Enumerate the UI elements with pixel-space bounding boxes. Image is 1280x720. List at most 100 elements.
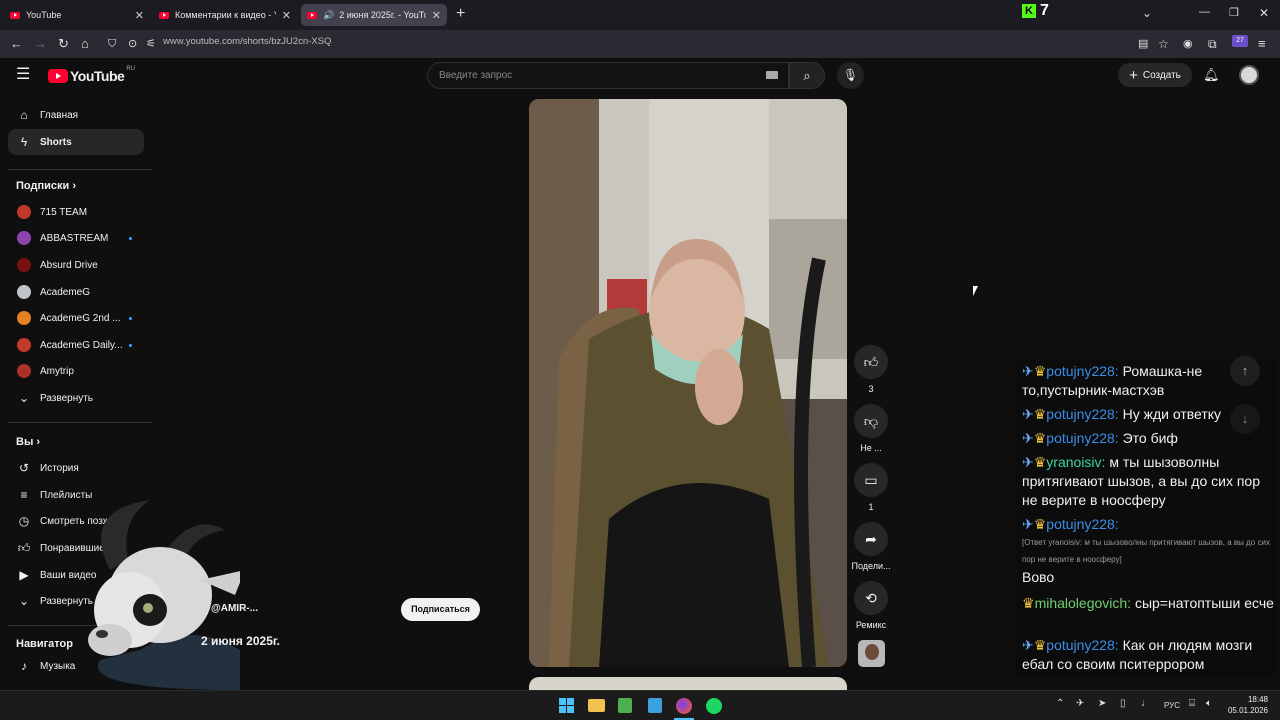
channel-avatar bbox=[17, 231, 31, 245]
comments-action[interactable]: ▭ 1 bbox=[850, 463, 892, 512]
tab-close-icon[interactable]: ✕ bbox=[135, 9, 144, 22]
like-action[interactable]: 👍︎ 3 bbox=[850, 345, 892, 394]
tray-chevron-up-icon[interactable]: ⌃ bbox=[1056, 698, 1064, 709]
remix-action[interactable]: ⟲ Ремикс bbox=[850, 581, 892, 630]
channel-avatar bbox=[17, 338, 31, 352]
shorts-icon: ϟ bbox=[20, 135, 28, 149]
you-heading[interactable]: Вы › bbox=[16, 436, 40, 448]
reader-view-icon[interactable]: ▤ bbox=[1138, 36, 1148, 52]
browser-tab-2[interactable]: Комментарии к видео - YouTube ✕ bbox=[153, 4, 297, 26]
short-video-player[interactable] bbox=[529, 99, 847, 667]
spotify-icon[interactable] bbox=[706, 698, 722, 714]
file-explorer-icon[interactable] bbox=[588, 699, 605, 712]
notes-app-icon[interactable] bbox=[618, 698, 632, 713]
chat-user: yranoisiv: bbox=[1046, 454, 1106, 470]
previous-short-arrow-icon[interactable]: ↑ bbox=[1230, 356, 1260, 386]
thumbs-down-icon[interactable]: 👎︎ bbox=[854, 404, 888, 438]
next-short-preview[interactable] bbox=[529, 677, 847, 690]
sidebar-sub-academeg-daily[interactable]: AcademeG Daily... bbox=[8, 332, 144, 358]
browser-tab-1[interactable]: YouTube ✕ bbox=[4, 4, 150, 26]
channel-name: ABBASTREAM bbox=[40, 232, 109, 244]
dislike-action[interactable]: 👎︎ Не ... bbox=[850, 404, 892, 453]
forward-icon[interactable]: → bbox=[34, 36, 47, 52]
back-icon[interactable]: ← bbox=[10, 36, 23, 52]
sidebar-expand-subscriptions[interactable]: ⌄ Развернуть bbox=[8, 385, 144, 411]
extensions-puzzle-icon[interactable]: ⧉ bbox=[1208, 36, 1217, 52]
sidebar-sub-academeg-2nd[interactable]: AcademeG 2nd ... bbox=[8, 305, 144, 331]
search-icon: ⌕ bbox=[803, 68, 811, 83]
maximize-icon[interactable]: ❐ bbox=[1229, 6, 1239, 19]
sidebar-item-history[interactable]: ↺ История bbox=[8, 455, 144, 481]
new-tab-icon[interactable]: + bbox=[456, 5, 465, 23]
home-browser-icon[interactable]: ⌂ bbox=[81, 36, 89, 52]
sound-thumbnail[interactable] bbox=[858, 640, 885, 667]
hamburger-menu-icon[interactable]: ☰ bbox=[16, 67, 30, 83]
comment-icon[interactable]: ▭ bbox=[854, 463, 888, 497]
subscribe-button[interactable]: Подписаться bbox=[401, 598, 480, 621]
lock-icon[interactable]: ⊙ bbox=[128, 36, 137, 52]
search-input[interactable]: Введите запрос bbox=[427, 62, 789, 89]
create-button[interactable]: + Создать bbox=[1118, 63, 1192, 87]
keyboard-icon[interactable] bbox=[766, 71, 778, 79]
crown-icon: ♛ bbox=[1033, 430, 1047, 446]
video-frame bbox=[529, 99, 847, 667]
usb-icon[interactable]: ▯ bbox=[1120, 698, 1126, 709]
share-action[interactable]: ➦ Подели... bbox=[850, 522, 892, 571]
new-content-dot bbox=[129, 317, 132, 320]
search-button[interactable]: ⌕ bbox=[789, 62, 825, 89]
url-bar[interactable]: www.youtube.com/shorts/bzJU2cn-XSQ bbox=[163, 36, 331, 47]
tab-close-icon[interactable]: ✕ bbox=[282, 9, 291, 22]
docs-app-icon[interactable] bbox=[648, 698, 662, 713]
bookmark-star-icon[interactable]: ☆ bbox=[1158, 36, 1169, 52]
microphone-icon: 🎙 bbox=[842, 68, 859, 82]
sidebar-sub-academeg[interactable]: AcademeG bbox=[8, 279, 144, 305]
voice-search-button[interactable]: 🎙 bbox=[837, 62, 864, 89]
channel-avatar bbox=[17, 258, 31, 272]
channel-name: Absurd Drive bbox=[40, 259, 98, 271]
logo-region: RU bbox=[126, 66, 135, 72]
start-button-icon[interactable] bbox=[559, 698, 574, 713]
thumbs-up-icon[interactable]: 👍︎ bbox=[854, 345, 888, 379]
sidebar-sub-abbastream[interactable]: ABBASTREAM bbox=[8, 225, 144, 251]
next-short-arrow-icon[interactable]: ↓ bbox=[1230, 404, 1260, 434]
sidebar-sub-absurd-drive[interactable]: Absurd Drive bbox=[8, 252, 144, 278]
shield-icon[interactable]: ⛉ bbox=[108, 36, 116, 52]
tray-app-icon[interactable]: ✈ bbox=[1076, 698, 1084, 709]
youtube-favicon-icon bbox=[159, 11, 169, 19]
extension-circle-icon[interactable]: ◉ bbox=[1183, 36, 1193, 52]
volume-icon[interactable]: 🔈︎ bbox=[1206, 698, 1212, 709]
channel-handle[interactable]: @AMIR-... bbox=[211, 603, 258, 614]
youtube-logo[interactable]: YouTube RU bbox=[48, 66, 135, 84]
speaker-icon[interactable]: 🔊 bbox=[323, 10, 334, 21]
list-tabs-icon[interactable]: ⌄ bbox=[1142, 6, 1152, 20]
crown-icon: ♛ bbox=[1033, 454, 1047, 470]
extension-badge[interactable]: 27 bbox=[1232, 35, 1248, 47]
telegram-icon[interactable]: ➤ bbox=[1098, 698, 1106, 709]
reload-icon[interactable]: ↻ bbox=[58, 36, 69, 52]
microphone-tray-icon[interactable]: ♩ bbox=[1141, 698, 1151, 709]
share-arrow-icon[interactable]: ➦ bbox=[854, 522, 888, 556]
notifications-bell-icon[interactable]: 🔔︎ bbox=[1203, 67, 1220, 83]
remix-icon[interactable]: ⟲ bbox=[854, 581, 888, 615]
expand-label: Развернуть bbox=[40, 392, 94, 404]
channel-name: Amytrip bbox=[40, 365, 74, 377]
window-close-icon[interactable]: ✕ bbox=[1259, 6, 1269, 20]
like-count: 3 bbox=[868, 384, 874, 394]
sidebar-sub-amytrip[interactable]: Amytrip bbox=[8, 358, 144, 384]
language-indicator[interactable]: РУС bbox=[1164, 701, 1180, 710]
sidebar-sub-715-team[interactable]: 715 TEAM bbox=[8, 199, 144, 225]
sidebar-item-home[interactable]: ⌂ Главная bbox=[8, 102, 144, 128]
sidebar-item-shorts[interactable]: ϟ Shorts bbox=[8, 129, 144, 155]
clock[interactable]: 18:48 05.01.2026 bbox=[1226, 694, 1268, 716]
app-menu-icon[interactable]: ≡ bbox=[1258, 36, 1266, 52]
channel-name: 715 TEAM bbox=[40, 206, 88, 218]
avatar[interactable] bbox=[1239, 65, 1259, 85]
subscriptions-heading[interactable]: Подписки › bbox=[16, 180, 76, 192]
tab-close-icon[interactable]: ✕ bbox=[432, 9, 441, 22]
page-settings-icon[interactable]: ⚟ bbox=[146, 36, 156, 52]
network-icon[interactable]: ⌸ bbox=[1189, 698, 1195, 709]
browser-tab-3-active[interactable]: 🔊 2 июня 2025г. - YouTube ✕ bbox=[301, 4, 447, 26]
firefox-icon[interactable] bbox=[676, 698, 692, 714]
channel-name: AcademeG bbox=[40, 286, 91, 298]
minimize-icon[interactable]: — bbox=[1199, 6, 1210, 18]
